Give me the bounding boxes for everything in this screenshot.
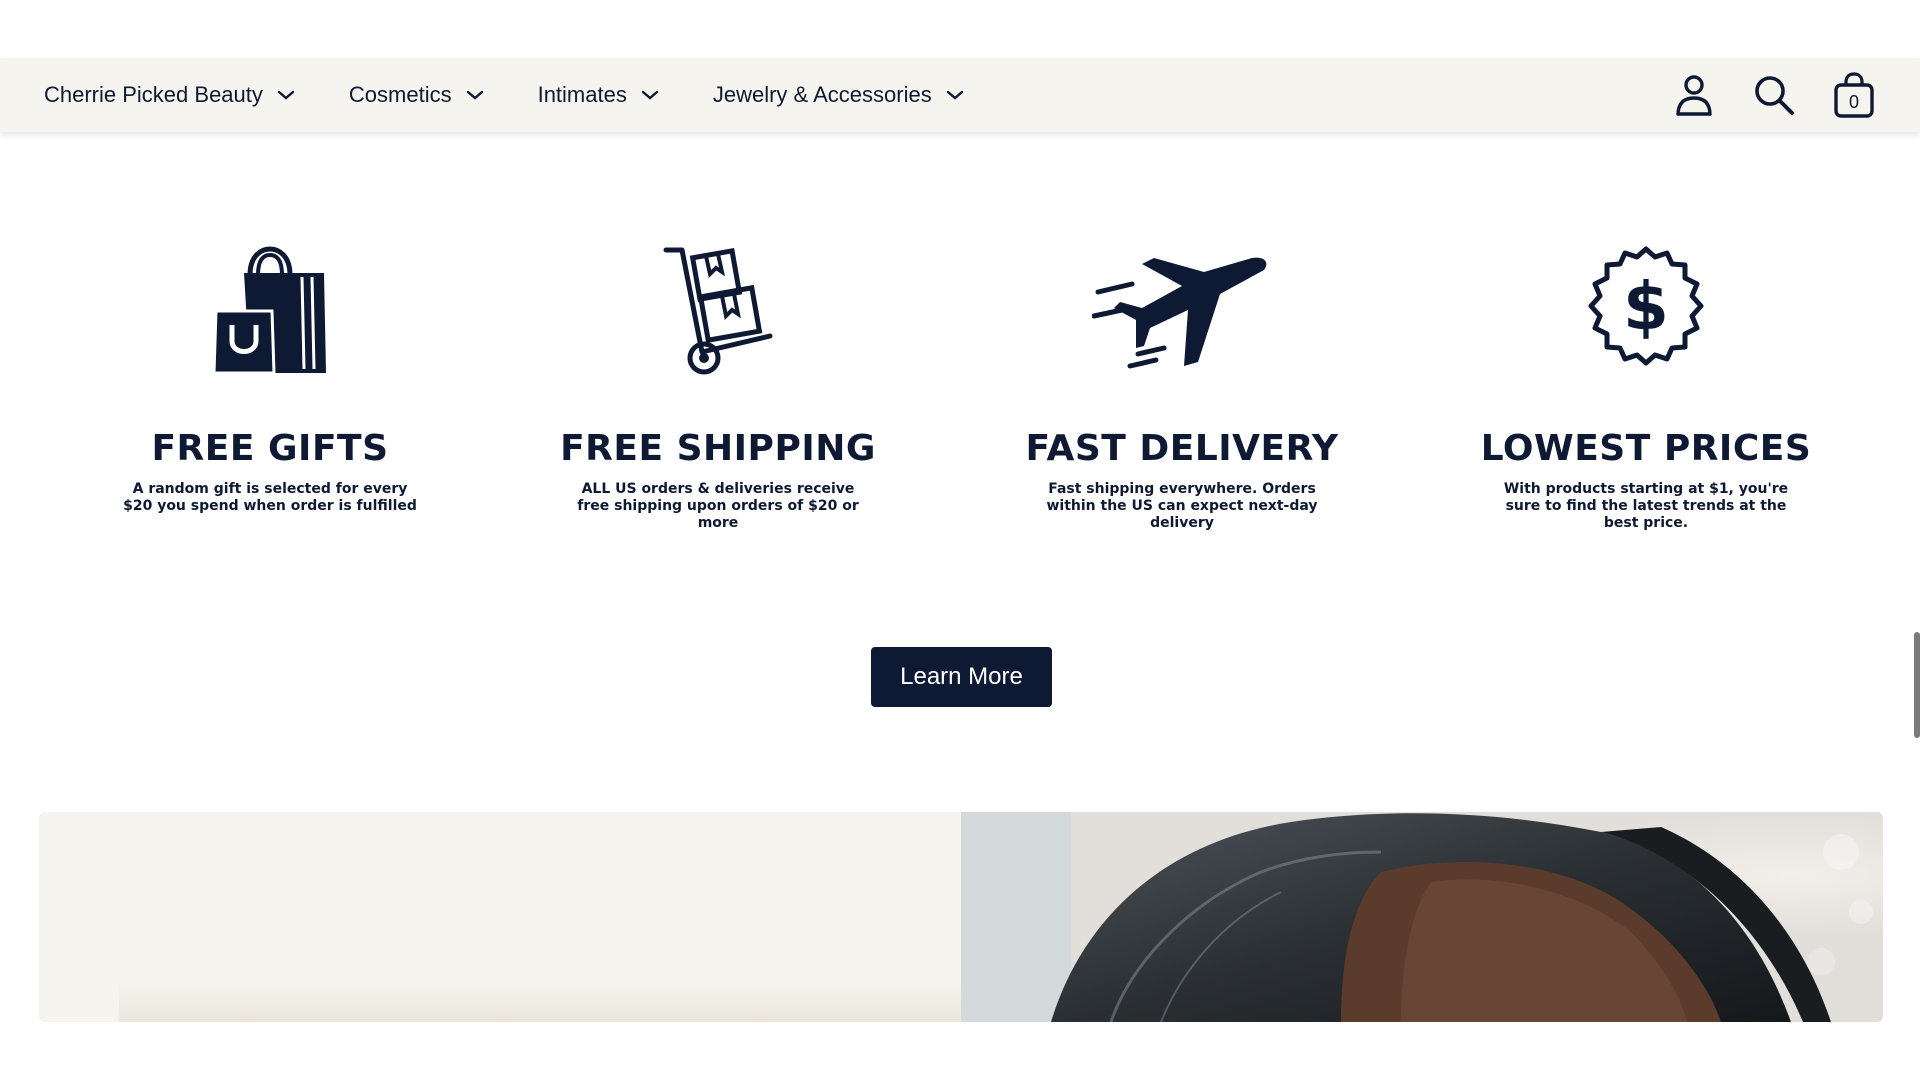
feature-title: LOWEST PRICES [1480,428,1812,469]
feature-title: FAST DELIVERY [1025,428,1339,469]
banner-text-panel [39,812,961,1022]
svg-text:$: $ [1623,268,1669,345]
search-icon [1755,76,1794,115]
learn-more-button[interactable]: Learn More [871,647,1052,707]
feature-free-gifts: FREE GIFTS A random gift is selected for… [60,230,480,515]
account-button[interactable] [1672,72,1716,118]
feature-description: Fast shipping everywhere. Orders within … [1046,481,1318,531]
nav-item-label: Cosmetics [348,82,452,107]
chevron-down-icon [641,90,659,100]
feature-title: FREE GIFTS [151,428,389,469]
features-section: FREE GIFTS A random gift is selected for… [0,230,1920,532]
chevron-down-icon [946,90,963,100]
hand-truck-boxes-icon [663,247,773,375]
search-button[interactable] [1752,72,1796,118]
promo-banner [39,812,1883,1022]
nav-item-intimates[interactable]: Intimates [538,58,659,132]
main-nav: Cherrie Picked Beauty Cosmetics Intimate… [44,58,964,132]
dollar-badge-icon: $ [1588,246,1704,366]
shopping-bags-icon [212,246,326,375]
airplane-icon [1092,257,1267,369]
feature-description: A random gift is selected for every $20 … [123,481,417,514]
chevron-down-icon [466,90,483,100]
feature-description: With products starting at $1, you're sur… [1503,481,1789,531]
chevron-down-icon [277,90,295,100]
nav-item-label: Cherrie Picked Beauty [44,82,263,107]
nav-item-jewelry-accessories[interactable]: Jewelry & Accessories [713,58,964,132]
nav-item-cherrie-picked-beauty[interactable]: Cherrie Picked Beauty [44,58,295,132]
feature-fast-delivery: FAST DELIVERY Fast shipping everywhere. … [972,230,1392,532]
person-icon [1676,75,1712,116]
cart-button[interactable]: 0 [1832,72,1876,118]
nav-item-label: Jewelry & Accessories [712,82,932,107]
top-navigation-bar: Cherrie Picked Beauty Cosmetics Intimate… [0,58,1920,132]
feature-title: FREE SHIPPING [560,428,876,469]
page-scrollbar-thumb[interactable] [1914,632,1920,738]
feature-free-shipping: FREE SHIPPING ALL US orders & deliveries… [508,230,928,532]
nav-item-label: Intimates [537,82,627,107]
cart-count-badge: 0 [1848,92,1859,112]
feature-description: ALL US orders & deliveries receive free … [577,481,859,531]
header-actions: 0 [1672,58,1876,132]
nav-item-cosmetics[interactable]: Cosmetics [349,58,484,132]
model-photo-illustration [961,812,1883,1022]
feature-lowest-prices: $ LOWEST PRICES With products starting a… [1436,230,1856,532]
banner-model-image [961,812,1883,1022]
